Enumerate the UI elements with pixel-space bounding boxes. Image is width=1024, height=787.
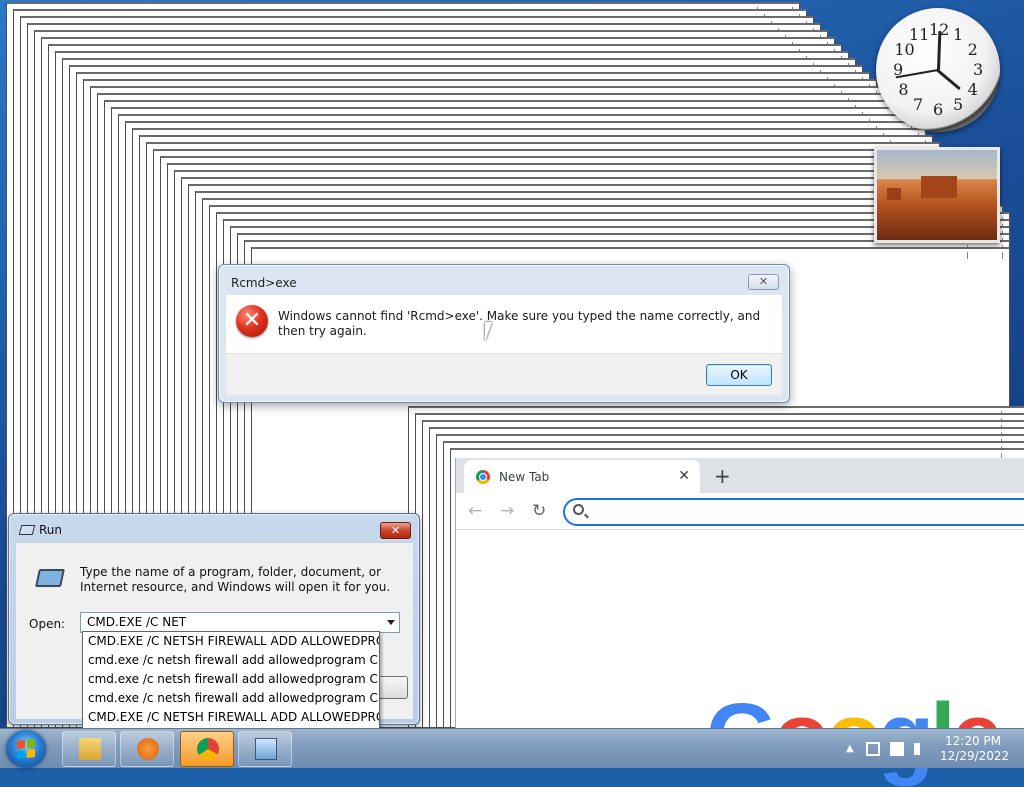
windows-logo-icon [17,739,35,759]
run-dialog-close-button[interactable]: ✕ [380,522,411,539]
tab-title: New Tab [499,470,550,484]
taskbar-chrome[interactable] [180,731,234,767]
hour-hand [935,68,961,91]
mouse-cursor [485,322,492,342]
error-icon: ✕ [236,305,268,337]
system-clock[interactable]: 12:20 PM 12/29/2022 [940,734,1010,764]
clock-number: 4 [967,80,978,99]
clock-gadget[interactable]: 12 1 2 3 4 5 6 7 8 9 10 11 [876,8,1000,132]
run-description: Type the name of a program, folder, docu… [80,565,391,594]
error-dialog-title: Rcmd>exe [231,276,297,290]
error-dialog-close-button[interactable]: ✕ [748,274,779,290]
omnibox-input[interactable] [563,498,1024,526]
tab-new-tab[interactable]: New Tab ✕ [464,460,700,493]
forward-icon[interactable]: → [500,501,514,521]
chrome-favicon-icon [476,470,490,484]
network-icon[interactable] [866,742,880,756]
clock-number: 3 [973,60,984,79]
clock-number: 6 [933,100,944,119]
taskbar-run[interactable] [238,731,292,767]
taskbar-explorer[interactable] [62,731,116,767]
open-label: Open: [29,617,66,631]
autocomplete-item[interactable]: cmd.exe /c netsh firewall add allowedpro… [83,689,379,708]
tab-close-icon[interactable]: ✕ [678,468,690,484]
clock-number: 2 [967,40,978,59]
back-icon[interactable]: ← [468,501,482,521]
start-button[interactable] [6,730,46,768]
show-hidden-icon[interactable]: ▲ [846,743,854,754]
photo-mesa [921,176,957,198]
slideshow-gadget[interactable] [874,147,1000,243]
search-icon [573,504,584,515]
clock-date: 12/29/2022 [940,749,1010,763]
clock-number: 8 [898,80,909,99]
explorer-icon [79,738,101,760]
autocomplete-item[interactable]: cmd.exe /c netsh firewall add allowedpro… [83,651,379,670]
clock-number: 7 [913,94,924,114]
chrome-window: New Tab ✕ + ← → ↻ Google [455,458,1024,782]
tab-strip: New Tab ✕ + [456,458,1024,493]
volume-icon[interactable] [914,743,924,755]
notification-area: ▲ 12:20 PM 12/29/2022 [840,729,1024,769]
clock-number: 5 [953,94,964,114]
new-tab-button[interactable]: + [714,464,731,488]
ok-button[interactable]: OK [706,364,772,386]
run-dialog-title: Run [39,523,63,537]
clock-number: 1 [953,25,964,45]
open-input-value[interactable]: CMD.EXE /C NET [87,615,186,629]
reload-icon[interactable]: ↻ [532,501,546,521]
autocomplete-item[interactable]: CMD.EXE /C NETSH FIREWALL ADD ALLOWEDPRO… [83,708,379,727]
action-center-icon[interactable] [890,742,904,756]
error-dialog: Rcmd>exe ✕ ✕ Windows cannot find 'Rcmd>e… [218,264,790,403]
run-program-icon [35,569,65,587]
clock-number: 11 [909,25,930,45]
clock-time: 12:20 PM [945,734,1001,748]
chrome-icon [197,738,219,760]
open-combobox[interactable]: CMD.EXE /C NET [80,612,400,633]
run-title-icon [18,525,36,535]
minute-hand [936,30,941,72]
error-message: Windows cannot find 'Rcmd>exe'. Make sur… [278,309,761,338]
taskbar: ▲ 12:20 PM 12/29/2022 [0,728,1024,768]
autocomplete-item[interactable]: CMD.EXE /C NETSH FIREWALL ADD ALLOWEDPRO… [83,632,379,651]
run-icon [255,738,277,760]
error-dialog-body: ✕ Windows cannot find 'Rcmd>exe'. Make s… [226,295,782,353]
autocomplete-item[interactable]: cmd.exe /c netsh firewall add allowedpro… [83,670,379,689]
media-player-icon [137,738,159,760]
browser-toolbar: ← → ↻ [456,493,1024,530]
error-dialog-footer: OK [226,353,782,395]
taskbar-media-player[interactable] [120,731,174,767]
chevron-down-icon[interactable] [387,620,395,625]
photo-butte [887,188,901,200]
